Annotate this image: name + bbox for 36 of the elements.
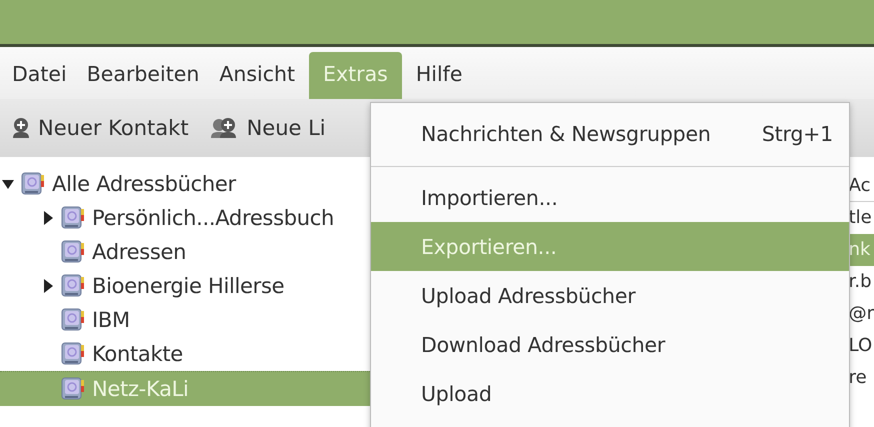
tree-item[interactable]: Alle Adressbücher (0, 167, 372, 201)
expanded-arrow-icon[interactable] (2, 177, 14, 191)
menu[interactable]: Ansicht (213, 52, 310, 99)
tree-item-label: Adressen (92, 240, 186, 264)
tree-item[interactable]: Adressen (0, 235, 372, 269)
address-book-icon (20, 171, 46, 197)
tree-item-label: Netz-KaLi (92, 377, 189, 401)
collapsed-arrow-icon[interactable] (42, 279, 54, 293)
menu[interactable]: Bearbeiten (80, 52, 214, 99)
contact-add-icon (10, 117, 32, 139)
tree-item[interactable]: IBM (0, 303, 372, 337)
address-book-icon (60, 307, 86, 333)
tree-item-label: Alle Adressbücher (52, 172, 236, 196)
tree-item-label: IBM (92, 308, 130, 332)
menu-item[interactable]: Upload Adressbücher (371, 271, 849, 320)
address-book-icon (60, 205, 86, 231)
address-book-icon (60, 376, 86, 402)
tree-item-label: Persönlich...Adressbuch (92, 206, 334, 230)
address-book-icon (60, 273, 86, 299)
toolbar-button[interactable]: Neue Li (210, 116, 326, 140)
tree-item[interactable]: Persönlich...Adressbuch (0, 201, 372, 235)
address-book-icon (60, 239, 86, 265)
toolbar-button[interactable]: Neuer Kontakt (10, 116, 189, 140)
menu-item[interactable]: Upload (371, 369, 849, 418)
tree-item[interactable]: Bioenergie Hillerse (0, 269, 372, 303)
shortcut-label: Strg+1 (762, 122, 833, 146)
menu[interactable]: Hilfe (410, 52, 476, 99)
menu[interactable]: Datei (6, 52, 81, 99)
tree-item[interactable]: Kontakte (0, 337, 372, 371)
menu-item[interactable]: Nachrichten & Newsgruppen Strg+1 (371, 109, 849, 158)
collapsed-arrow-icon[interactable] (42, 211, 54, 225)
menu-item[interactable]: Importieren... (371, 173, 849, 222)
address-book-icon (60, 341, 86, 367)
tree-item-label: Kontakte (92, 342, 183, 366)
menu-item[interactable]: Download Adressbücher (371, 320, 849, 369)
tree-item-label: Bioenergie Hillerse (92, 274, 284, 298)
